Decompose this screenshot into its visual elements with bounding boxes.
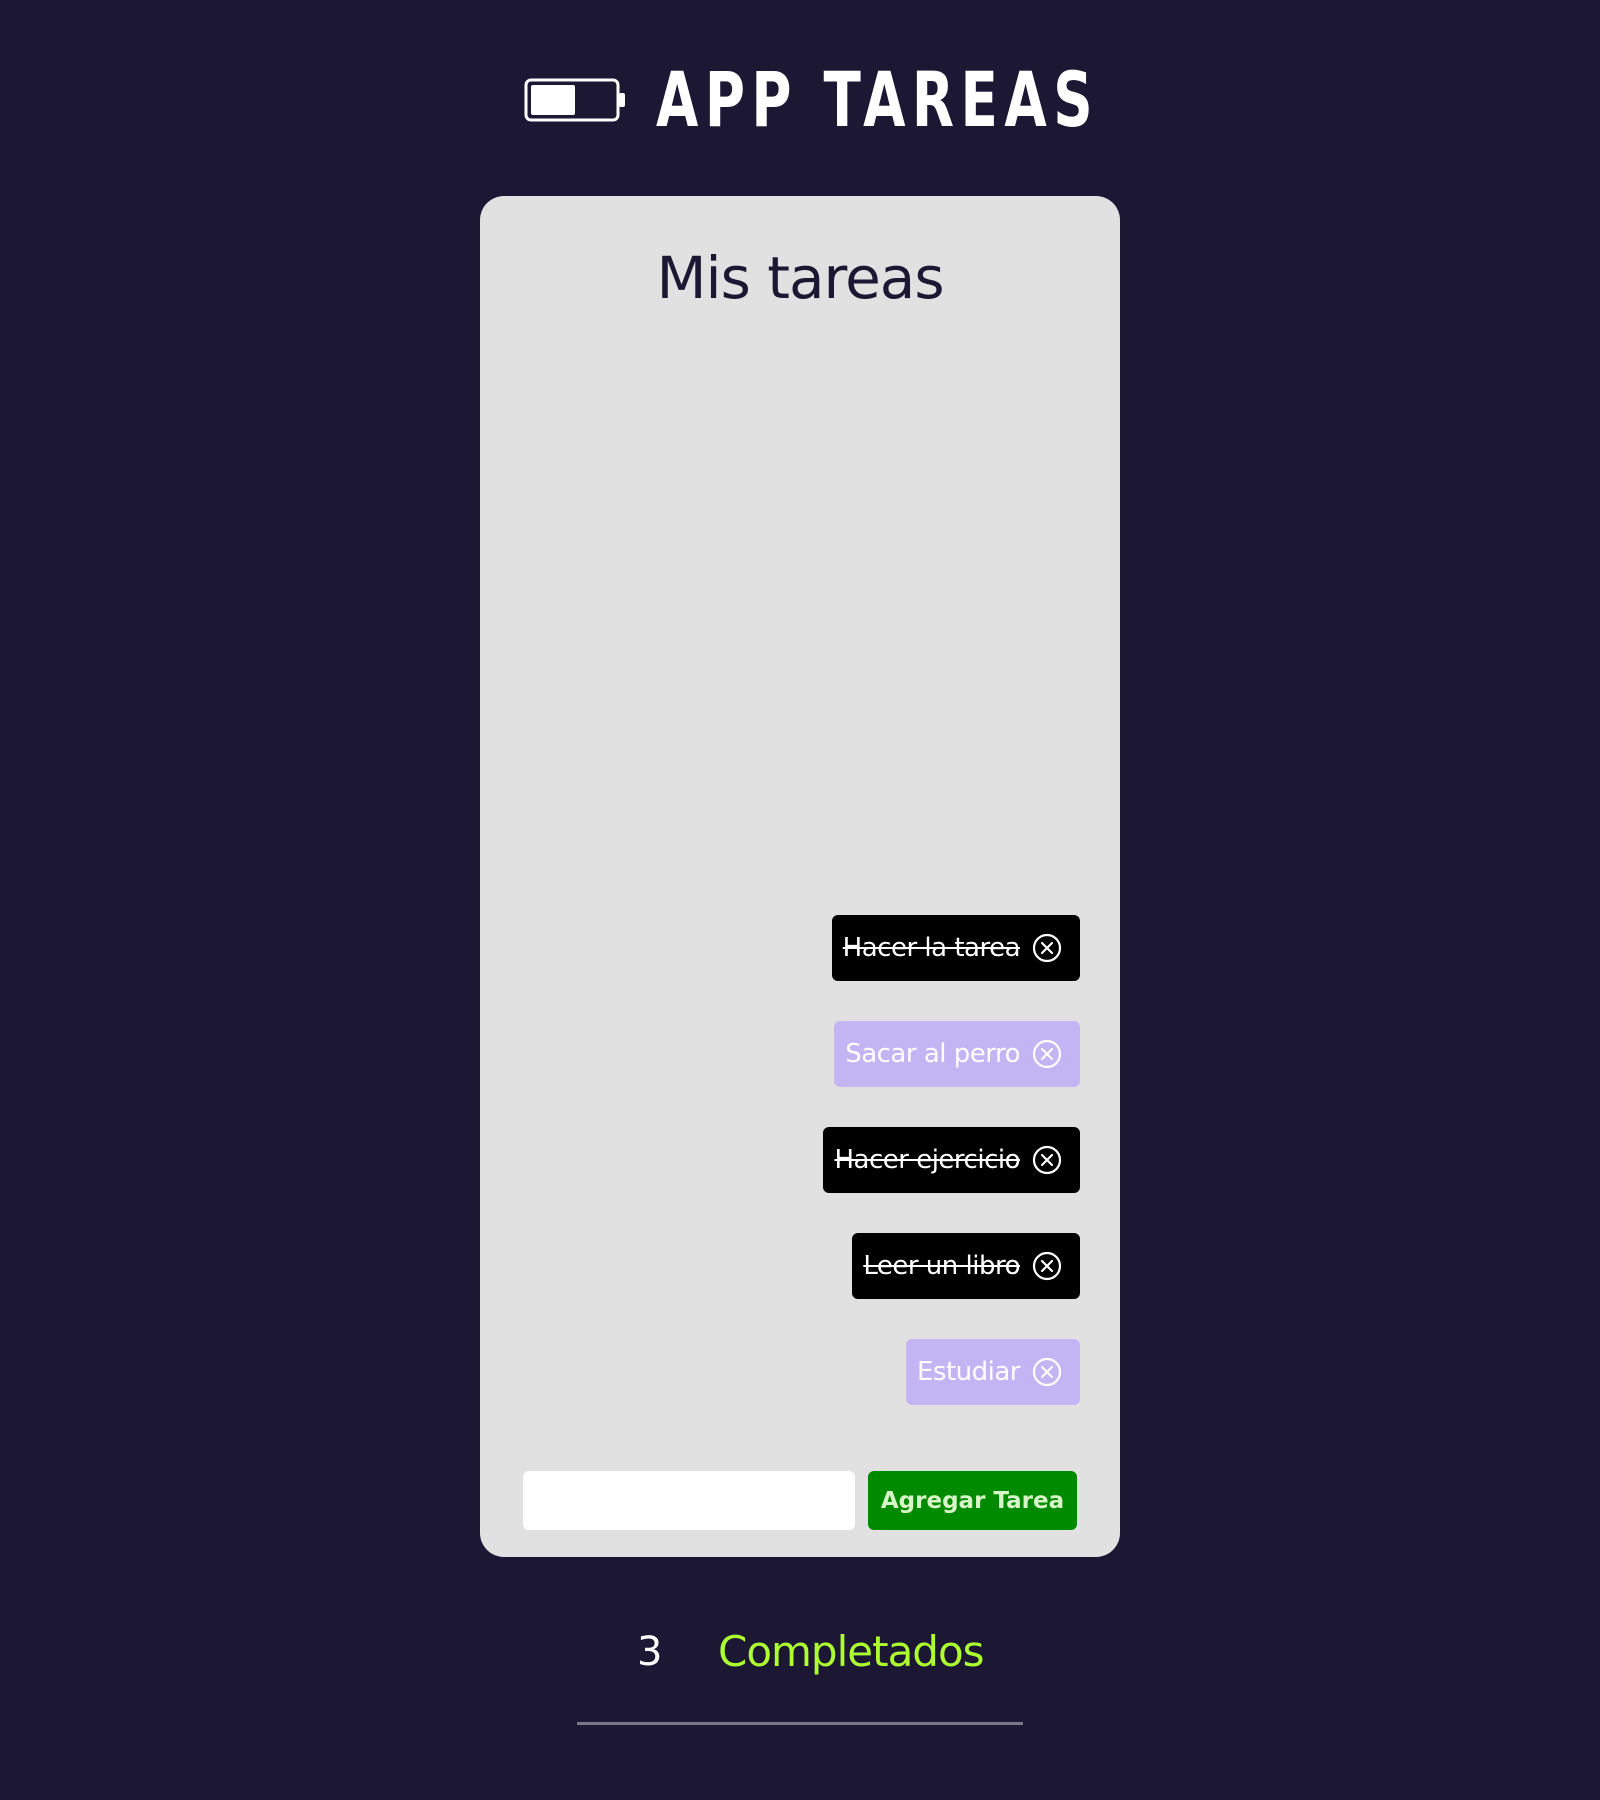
battery-half-icon [524, 78, 625, 122]
task-text[interactable]: Sacar al perro [845, 1039, 1020, 1069]
task-item[interactable]: Leer un libro [852, 1233, 1080, 1299]
task-text[interactable]: Estudiar [917, 1357, 1021, 1387]
footer-divider [577, 1722, 1023, 1725]
task-item[interactable]: Hacer la tarea [831, 915, 1080, 981]
app-title: APP TAREAS [656, 55, 1100, 144]
add-task-button[interactable]: Agregar Tarea [868, 1471, 1077, 1530]
delete-task-icon[interactable] [1032, 1251, 1062, 1281]
delete-task-icon[interactable] [1032, 1357, 1062, 1387]
task-item[interactable]: Sacar al perro [834, 1021, 1080, 1087]
task-text[interactable]: Hacer ejercicio [834, 1145, 1020, 1175]
completed-label: Completados [718, 1627, 985, 1676]
app-header: APP TAREAS [0, 58, 1600, 142]
task-item[interactable]: Estudiar [906, 1339, 1080, 1405]
completed-counter: 3 Completados [620, 1622, 1020, 1682]
task-item[interactable]: Hacer ejercicio [823, 1127, 1080, 1193]
delete-task-icon[interactable] [1032, 1039, 1062, 1069]
task-text[interactable]: Leer un libro [863, 1251, 1020, 1281]
delete-task-icon[interactable] [1032, 933, 1062, 963]
delete-task-icon[interactable] [1032, 1145, 1062, 1175]
new-task-input[interactable] [523, 1471, 855, 1530]
task-text[interactable]: Hacer la tarea [843, 933, 1021, 963]
completed-count: 3 [637, 1629, 663, 1675]
card-title: Mis tareas [656, 244, 944, 312]
